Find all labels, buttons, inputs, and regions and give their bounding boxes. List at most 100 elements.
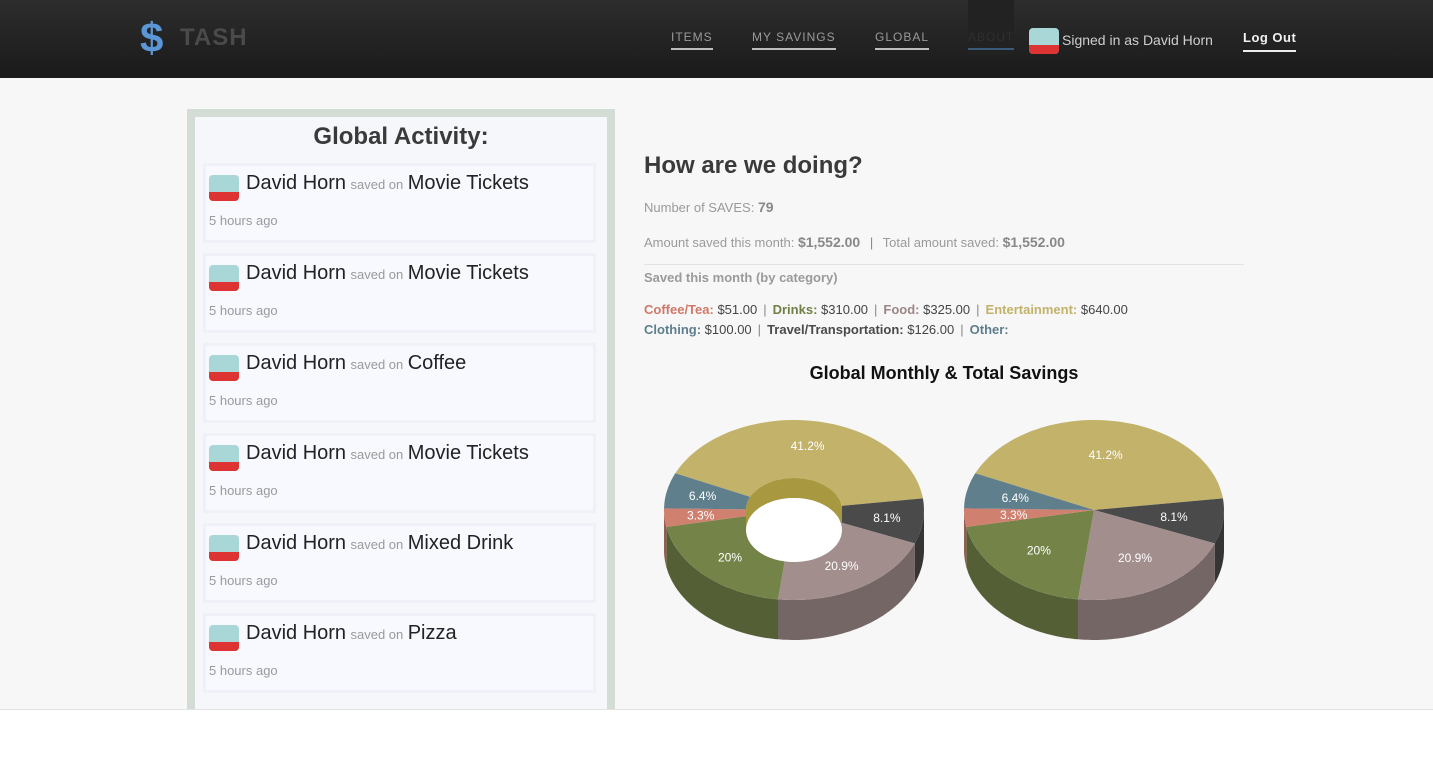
category-separator: | xyxy=(960,322,964,337)
category-name: Coffee/Tea: xyxy=(644,302,714,317)
category-entry: Coffee/Tea: $51.00 xyxy=(644,302,757,317)
pie-slice-label: 8.1% xyxy=(1160,510,1188,524)
saves-count: Number of SAVES: 79 xyxy=(644,199,774,215)
chart-title: Global Monthly & Total Savings xyxy=(809,363,1079,383)
give-now-avatar-icon[interactable] xyxy=(209,175,239,201)
category-name: Clothing: xyxy=(644,322,702,337)
category-amount: $325.00 xyxy=(923,302,971,317)
activity-feed-item: David Horn saved on Movie Tickets 5 hours… xyxy=(203,253,596,333)
saved-on-text: saved on xyxy=(350,537,404,552)
activity-feed-item: David Horn saved on Pizza 5 hours ago xyxy=(203,613,596,693)
category-name: Other: xyxy=(969,322,1009,337)
nav-about[interactable]: ABOUT xyxy=(968,30,1015,50)
give-now-avatar-icon[interactable] xyxy=(209,265,239,291)
savings-pie-charts: 41.2% 8.1% 20.9% 20% 3.3% 6.4% 41.2% 8.1% 20.9% 2… xyxy=(664,420,1224,640)
give-now-avatar-icon[interactable] xyxy=(209,625,239,651)
category-separator: | xyxy=(874,302,878,317)
activity-item[interactable]: Movie Tickets xyxy=(408,172,529,194)
category-entry: Other: xyxy=(970,322,1009,337)
pie-slice-label: 41.2% xyxy=(1089,448,1123,462)
activity-title: Global Activity: xyxy=(313,123,489,150)
amount-saved-row: Amount saved this month: $1,552.00 | Tot… xyxy=(644,234,1065,250)
activity-time: 5 hours ago xyxy=(209,663,278,678)
pie-slice-label: 20% xyxy=(1027,544,1051,558)
pie-slice-label: 3.3% xyxy=(1000,508,1028,522)
user-avatar[interactable] xyxy=(1029,28,1059,54)
activity-time: 5 hours ago xyxy=(209,303,278,318)
activity-user[interactable]: David Horn xyxy=(246,352,346,374)
activity-time: 5 hours ago xyxy=(209,213,278,228)
activity-user[interactable]: David Horn xyxy=(246,622,346,644)
category-amount: $310.00 xyxy=(821,302,869,317)
saved-on-text: saved on xyxy=(350,357,404,372)
stats-title: How are we doing? xyxy=(644,152,863,179)
donut-hole xyxy=(746,498,842,562)
activity-time: 5 hours ago xyxy=(209,573,278,588)
pie-slice-label: 20.9% xyxy=(825,559,859,573)
pie-slice-label: 20% xyxy=(718,550,742,564)
pie-slice-label: 6.4% xyxy=(689,489,717,503)
activity-item[interactable]: Movie Tickets xyxy=(408,262,529,284)
activity-time: 5 hours ago xyxy=(209,483,278,498)
category-amount: $126.00 xyxy=(907,322,955,337)
nav-items[interactable]: ITEMS xyxy=(671,30,713,50)
top-navbar: $ TASH ITEMS MY SAVINGS GLOBAL ABOUT Sig… xyxy=(0,0,1433,78)
give-now-avatar-icon[interactable] xyxy=(209,355,239,381)
category-name: Entertainment: xyxy=(985,302,1078,317)
pie-slice-label: 20.9% xyxy=(1118,551,1152,565)
saved-on-text: saved on xyxy=(350,627,404,642)
nav-my-savings[interactable]: MY SAVINGS xyxy=(752,30,836,50)
saved-on-text: saved on xyxy=(350,267,404,282)
category-separator: | xyxy=(757,322,762,337)
saves-value: 79 xyxy=(757,199,774,215)
pie-chart-1: 41.2% 8.1% 20.9% 20% 3.3% 6.4% xyxy=(664,420,924,640)
category-entry: Drinks: $310.00 xyxy=(773,302,868,317)
category-separator: | xyxy=(763,302,767,317)
activity-feed-item: David Horn saved on Movie Tickets 5 hours… xyxy=(203,433,596,513)
pie-slice-label: 6.4% xyxy=(1002,491,1030,505)
saved-on-text: saved on xyxy=(350,177,404,192)
category-list-row-1: Coffee/Tea: $51.00 | Drinks: $310.00 | Food:… xyxy=(644,302,1128,317)
activity-item[interactable]: Mixed Drink xyxy=(408,532,514,554)
category-name: Food: xyxy=(883,302,920,317)
pie-slice-label: 3.3% xyxy=(687,509,715,523)
logout-link[interactable]: Log Out xyxy=(1243,30,1297,52)
category-name: Drinks: xyxy=(772,302,818,317)
give-now-avatar-icon[interactable] xyxy=(209,535,239,561)
signed-in-text: Signed in as David Horn xyxy=(1062,32,1213,48)
category-separator: | xyxy=(976,302,980,317)
total-saved-value: $1,552.00 xyxy=(1002,234,1065,250)
activity-user[interactable]: David Horn xyxy=(246,442,346,464)
activity-item[interactable]: Movie Tickets xyxy=(408,442,529,464)
activity-user[interactable]: David Horn xyxy=(246,532,346,554)
brand-name: TASH xyxy=(180,24,248,51)
category-list-row-2: Clothing: $100.00 | Travel/Transportation:… xyxy=(644,322,1009,337)
activity-feed-item: David Horn saved on Coffee 5 hours ago xyxy=(203,343,596,423)
category-heading: Saved this month (by category) xyxy=(644,270,838,285)
activity-feed-item: David Horn saved on Movie Tickets 5 hours… xyxy=(203,163,596,243)
nav-global[interactable]: GLOBAL xyxy=(875,30,930,50)
category-entry: Entertainment: $640.00 xyxy=(986,302,1128,317)
give-now-avatar-icon[interactable] xyxy=(209,445,239,471)
pie-chart-2: 41.2% 8.1% 20.9% 20% 3.3% 6.4% xyxy=(964,420,1224,640)
category-entry: Clothing: $100.00 xyxy=(644,322,752,337)
activity-item[interactable]: Coffee xyxy=(408,352,467,374)
category-entry: Food: $325.00 xyxy=(883,302,970,317)
activity-time: 5 hours ago xyxy=(209,393,278,408)
category-name: Travel/Transportation: xyxy=(767,322,904,337)
month-saved-value: $1,552.00 xyxy=(797,234,861,250)
global-activity-panel: Global Activity: David Horn saved on Mov… xyxy=(187,109,615,709)
activity-user[interactable]: David Horn xyxy=(246,262,346,284)
saved-on-text: saved on xyxy=(350,447,404,462)
divider xyxy=(644,264,1244,265)
pie-slice-label: 8.1% xyxy=(873,511,901,525)
activity-user[interactable]: David Horn xyxy=(246,172,346,194)
dollar-logo-icon: $ xyxy=(140,14,164,61)
category-amount: $51.00 xyxy=(717,302,758,317)
activity-item[interactable]: Pizza xyxy=(408,622,457,644)
category-amount: $640.00 xyxy=(1080,302,1128,317)
pie-slice-label: 41.2% xyxy=(791,439,825,453)
category-entry: Travel/Transportation: $126.00 xyxy=(767,322,954,337)
activity-feed-item: David Horn saved on Mixed Drink 5 hours a… xyxy=(203,523,596,603)
category-amount: $100.00 xyxy=(704,322,752,337)
